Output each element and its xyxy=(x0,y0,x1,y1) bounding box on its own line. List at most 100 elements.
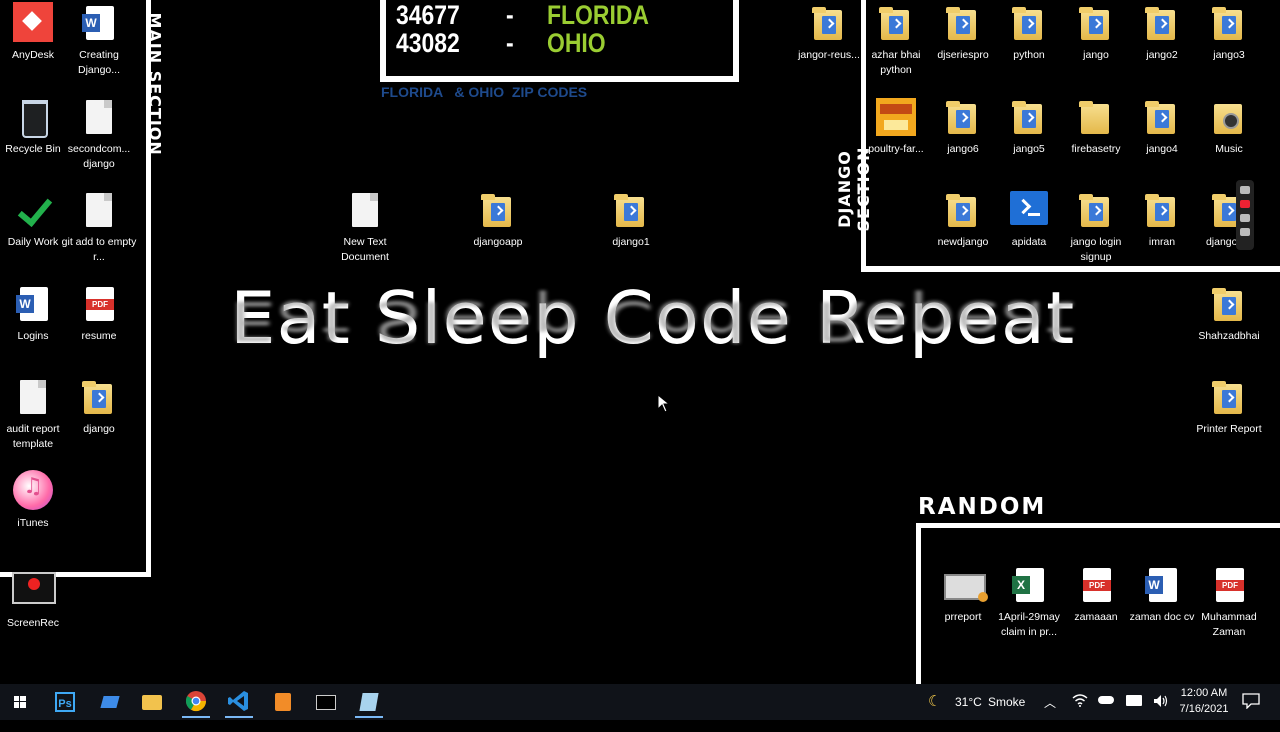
word-doc-icon: W xyxy=(16,287,48,321)
folder-icon xyxy=(1079,194,1109,227)
desktop-icon-firebasetry[interactable]: firebasetry xyxy=(1058,96,1134,157)
weather-widget[interactable]: ☾ 31°C Smoke xyxy=(928,684,1032,720)
desktop-icon-django3[interactable]: django3... xyxy=(1191,189,1267,250)
text-file-icon xyxy=(352,193,378,227)
desktop-icon-new-text-document[interactable]: New Text Document xyxy=(327,189,403,265)
clock-date: 7/16/2021 xyxy=(1179,703,1229,715)
windows-start-icon[interactable] xyxy=(6,688,34,716)
zip-state-2: OHIO xyxy=(547,28,606,58)
vscode-icon[interactable] xyxy=(225,688,253,718)
folder-icon xyxy=(879,7,909,40)
text-file-icon xyxy=(86,193,112,227)
zip-dash-1: - xyxy=(506,0,514,30)
notification-icon[interactable] xyxy=(1242,693,1260,729)
desktop-icon-music[interactable]: Music xyxy=(1191,96,1267,157)
wifi-icon[interactable] xyxy=(1072,693,1088,729)
pdf-icon: PDF xyxy=(1216,568,1244,602)
record-icon[interactable] xyxy=(1240,200,1250,208)
folder-icon xyxy=(1079,101,1109,134)
desktop-icon-djangoapp[interactable]: djangoapp xyxy=(460,189,536,250)
powershell-icon xyxy=(1010,191,1048,225)
desktop-icon-jango6[interactable]: jango6 xyxy=(925,96,1001,157)
itunes-icon xyxy=(13,470,53,510)
folder-icon xyxy=(946,194,976,227)
folder-icon xyxy=(1145,7,1175,40)
desktop-icon-resume[interactable]: PDF resume xyxy=(61,283,137,344)
desktop-icon-jango4[interactable]: jango4 xyxy=(1124,96,1200,157)
folder-icon xyxy=(1012,7,1042,40)
screen-icon[interactable] xyxy=(1240,214,1250,222)
folder-icon xyxy=(82,381,112,414)
desktop-icon-python[interactable]: python xyxy=(991,2,1067,63)
chevron-up-icon[interactable]: ︿ xyxy=(1044,694,1056,730)
desktop-icon-poultry-farm[interactable]: poultry-far... xyxy=(858,96,934,157)
photoshop-icon[interactable]: Ps xyxy=(51,688,79,716)
desktop-icon-creating-django[interactable]: W Creating Django... xyxy=(61,2,137,78)
video-file-icon xyxy=(944,574,988,602)
word-doc-icon: W xyxy=(82,6,114,40)
notepad-icon[interactable] xyxy=(355,688,383,718)
desktop-icon-zamaaan[interactable]: PDF zamaaan xyxy=(1058,564,1134,625)
excel-icon: X xyxy=(1012,568,1044,602)
camera-icon[interactable] xyxy=(1240,186,1250,194)
desktop-icon-april-claim[interactable]: X 1April-29may claim in pr... xyxy=(991,564,1067,640)
folder-icon xyxy=(1012,101,1042,134)
weather-temp: 31°C xyxy=(955,695,982,709)
sublime-icon[interactable] xyxy=(269,688,297,716)
desktop-icon-azhar-bhai-python[interactable]: azhar bhai python xyxy=(858,2,934,78)
folder-icon xyxy=(1145,194,1175,227)
desktop-icon-newdjango[interactable]: newdjango xyxy=(925,189,1001,250)
battery-icon[interactable] xyxy=(1126,695,1142,731)
desktop-icon-printer-report[interactable]: Printer Report xyxy=(1191,376,1267,437)
file-explorer-icon[interactable] xyxy=(138,688,166,716)
weather-text: Smoke xyxy=(988,695,1026,709)
onedrive-icon[interactable] xyxy=(1098,696,1114,732)
app-icon[interactable] xyxy=(96,688,124,716)
desktop-icon-jango2[interactable]: jango2 xyxy=(1124,2,1200,63)
folder-icon xyxy=(812,7,842,40)
folder-icon xyxy=(1145,101,1175,134)
zip-code-1: 34677 xyxy=(396,0,460,30)
desktop-icon-jango5[interactable]: jango5 xyxy=(991,96,1067,157)
pdf-icon: PDF xyxy=(86,287,114,321)
gear-icon[interactable] xyxy=(1240,228,1250,236)
desktop-icon-jango3[interactable]: jango3 xyxy=(1191,2,1267,63)
desktop-icon-imran[interactable]: imran xyxy=(1124,189,1200,250)
desktop-icon-screenrec[interactable]: ScreenRec xyxy=(0,570,71,631)
recycle-bin-icon xyxy=(22,100,48,138)
desktop-icon-prreport[interactable]: prreport xyxy=(925,564,1001,625)
desktop-icon-djseriespro[interactable]: djseriespro xyxy=(925,2,1001,63)
folder-icon xyxy=(1079,7,1109,40)
folder-icon xyxy=(614,194,644,227)
screen-recorder-toolbar[interactable] xyxy=(1236,180,1254,250)
anydesk-icon xyxy=(13,2,53,42)
zip-code-2: 43082 xyxy=(396,28,460,58)
text-file-icon xyxy=(86,100,112,134)
moon-icon: ☾ xyxy=(928,693,942,710)
desktop-icon-muhammad-zaman[interactable]: PDF Muhammad Zaman xyxy=(1191,564,1267,640)
desktop-icon-jangor-reus[interactable]: jangor-reus... xyxy=(791,2,867,63)
clock[interactable]: 12:00 AM 7/16/2021 xyxy=(1176,684,1232,720)
folder-icon xyxy=(1212,288,1242,321)
word-doc-icon: W xyxy=(1145,568,1177,602)
desktop-icon-shahzadbhai[interactable]: Shahzadbhai xyxy=(1191,283,1267,344)
desktop-icon-secondcom-django[interactable]: secondcom... django xyxy=(61,96,137,172)
zip-dash-2: - xyxy=(506,28,514,58)
poultry-icon xyxy=(876,98,916,136)
desktop-icon-zaman-doc-cv[interactable]: W zaman doc cv xyxy=(1124,564,1200,625)
text-file-icon xyxy=(20,380,46,414)
mouse-cursor-icon xyxy=(658,395,670,413)
desktop-icon-django[interactable]: django xyxy=(61,376,137,437)
music-folder-icon xyxy=(1214,104,1242,134)
chrome-icon[interactable] xyxy=(182,688,210,718)
terminal-icon[interactable] xyxy=(312,688,340,716)
desktop-icon-itunes[interactable]: iTunes xyxy=(0,470,71,531)
desktop-icon-jango-login-signup[interactable]: jango login signup xyxy=(1058,189,1134,265)
volume-icon[interactable] xyxy=(1153,694,1169,730)
clock-time: 12:00 AM xyxy=(1180,687,1228,699)
desktop-icon-git-add[interactable]: git add to empty r... xyxy=(61,189,137,265)
desktop-icon-apidata[interactable]: apidata xyxy=(991,189,1067,250)
main-section-label: MAIN SECTION xyxy=(145,12,165,156)
desktop-icon-jango[interactable]: jango xyxy=(1058,2,1134,63)
desktop-icon-django1[interactable]: django1 xyxy=(593,189,669,250)
